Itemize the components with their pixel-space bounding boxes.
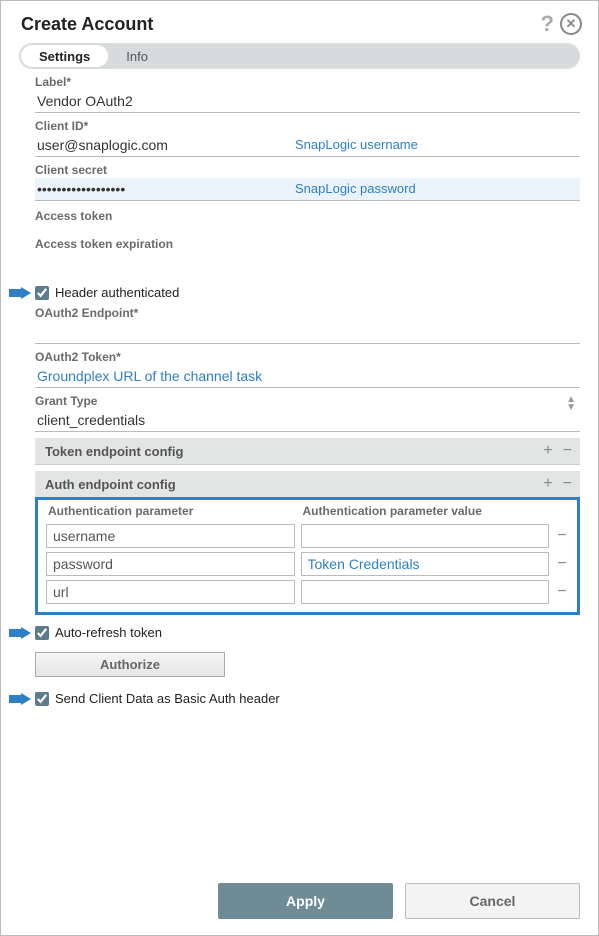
client-secret-label: Client secret <box>35 163 580 177</box>
auth-param-col1: Authentication parameter <box>46 504 301 520</box>
auth-endpoint-config-header[interactable]: Auth endpoint config + − <box>35 471 580 498</box>
authorize-button[interactable]: Authorize <box>35 652 225 677</box>
dialog-header-icons: ? ✕ <box>541 11 582 37</box>
dialog-header: Create Account ? ✕ <box>1 1 598 43</box>
auth-param-headers: Authentication parameter Authentication … <box>46 504 569 520</box>
pointer-arrow-icon <box>9 287 31 299</box>
auth-param-row: − <box>46 524 569 548</box>
client-id-input[interactable] <box>35 134 580 157</box>
client-secret-input[interactable] <box>35 178 580 201</box>
auto-refresh-checkbox[interactable] <box>35 626 49 640</box>
tabs: Settings Info <box>19 43 580 69</box>
close-icon[interactable]: ✕ <box>560 13 582 35</box>
token-endpoint-config-title: Token endpoint config <box>45 444 183 459</box>
grant-type-select[interactable] <box>35 409 580 432</box>
create-account-dialog: Create Account ? ✕ Settings Info Label* … <box>0 0 599 936</box>
plus-icon[interactable]: + <box>543 475 552 493</box>
access-token-exp-label: Access token expiration <box>35 237 580 251</box>
chevron-updown-icon[interactable]: ▲▼ <box>566 396 576 412</box>
dialog-content: Label* Client ID* SnapLogic username Cli… <box>1 73 598 869</box>
grant-type-label: Grant Type <box>35 394 580 408</box>
help-icon[interactable]: ? <box>541 11 554 37</box>
dialog-title: Create Account <box>21 14 153 35</box>
auth-param-name-input[interactable] <box>46 580 295 604</box>
oauth-endpoint-input[interactable] <box>35 321 580 344</box>
auth-param-name-input[interactable] <box>46 524 295 548</box>
auth-endpoint-config-title: Auth endpoint config <box>45 477 176 492</box>
minus-icon[interactable]: − <box>555 583 569 601</box>
field-oauth-endpoint: OAuth2 Endpoint* <box>35 306 580 344</box>
auto-refresh-label: Auto-refresh token <box>55 625 162 640</box>
minus-icon[interactable]: − <box>555 527 569 545</box>
send-basic-auth-label: Send Client Data as Basic Auth header <box>55 691 280 706</box>
header-authenticated-label: Header authenticated <box>55 285 179 300</box>
label-input[interactable] <box>35 90 580 113</box>
auth-param-value-input[interactable] <box>301 552 550 576</box>
field-grant-type: Grant Type ▲▼ <box>35 394 580 432</box>
header-authenticated-row: Header authenticated <box>35 285 580 300</box>
auth-param-row: − <box>46 552 569 576</box>
tab-info[interactable]: Info <box>108 43 166 69</box>
tabs-filler <box>166 43 580 69</box>
access-token-label: Access token <box>35 209 580 223</box>
oauth-token-input[interactable] <box>35 365 580 388</box>
field-client-id: Client ID* SnapLogic username <box>35 119 580 157</box>
auth-endpoint-config-body: Authentication parameter Authentication … <box>35 497 580 615</box>
header-authenticated-checkbox[interactable] <box>35 286 49 300</box>
client-id-label: Client ID* <box>35 119 580 133</box>
dialog-footer: Apply Cancel <box>1 869 598 935</box>
tab-settings[interactable]: Settings <box>21 45 108 67</box>
field-oauth-token: OAuth2 Token* <box>35 350 580 388</box>
plus-icon[interactable]: + <box>543 442 552 460</box>
pointer-arrow-icon <box>9 627 31 639</box>
oauth-token-label: OAuth2 Token* <box>35 350 580 364</box>
pointer-arrow-icon <box>9 693 31 705</box>
auto-refresh-row: Auto-refresh token <box>35 625 580 640</box>
label-label: Label* <box>35 75 580 89</box>
cancel-button[interactable]: Cancel <box>405 883 580 919</box>
apply-button[interactable]: Apply <box>218 883 393 919</box>
auth-param-value-input[interactable] <box>301 524 550 548</box>
field-client-secret: Client secret SnapLogic password <box>35 163 580 201</box>
auth-param-row: − <box>46 580 569 604</box>
auth-param-name-input[interactable] <box>46 552 295 576</box>
field-label: Label* <box>35 75 580 113</box>
auth-endpoint-config-icons: + − <box>543 475 572 493</box>
minus-icon[interactable]: − <box>555 555 569 573</box>
token-endpoint-config-icons: + − <box>543 442 572 460</box>
token-endpoint-config-header[interactable]: Token endpoint config + − <box>35 438 580 465</box>
minus-icon[interactable]: − <box>563 442 572 460</box>
minus-icon[interactable]: − <box>563 475 572 493</box>
auth-param-value-input[interactable] <box>301 580 550 604</box>
send-basic-auth-checkbox[interactable] <box>35 692 49 706</box>
oauth-endpoint-label: OAuth2 Endpoint* <box>35 306 580 320</box>
send-basic-auth-row: Send Client Data as Basic Auth header <box>35 691 580 706</box>
auth-param-col2: Authentication parameter value <box>301 504 556 520</box>
